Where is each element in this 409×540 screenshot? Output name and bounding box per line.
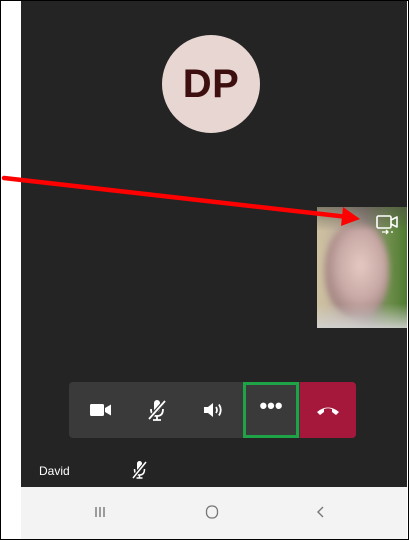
phone-hangup-icon: [317, 407, 339, 415]
switch-camera-icon: [376, 215, 398, 235]
more-options-label: •••: [259, 393, 283, 418]
recent-apps-icon: [95, 507, 105, 517]
camera-toggle-button[interactable]: [73, 382, 129, 438]
back-button[interactable]: [306, 501, 336, 523]
avatar-initials: DP: [182, 61, 240, 106]
participant-muted-icon: [131, 460, 148, 480]
participant-name-label: David: [39, 464, 70, 478]
participant-avatar: DP: [162, 35, 260, 133]
speaker-icon: [204, 403, 222, 417]
screenshot-frame: DP ••• David: [0, 0, 409, 540]
call-control-bar: •••: [69, 382, 356, 438]
end-call-button[interactable]: [300, 382, 356, 438]
more-options-button[interactable]: •••: [243, 382, 299, 438]
speaker-button[interactable]: [185, 382, 241, 438]
switch-camera-button[interactable]: [375, 213, 401, 235]
call-screen: DP ••• David: [21, 1, 407, 539]
home-icon: [205, 505, 219, 519]
back-chevron-icon: [317, 506, 324, 518]
mic-muted-icon: [147, 399, 167, 421]
recent-apps-button[interactable]: [85, 501, 115, 523]
android-nav-bar: [21, 487, 407, 539]
video-camera-icon: [90, 404, 111, 416]
home-button[interactable]: [197, 501, 227, 523]
mute-toggle-button[interactable]: [129, 382, 185, 438]
